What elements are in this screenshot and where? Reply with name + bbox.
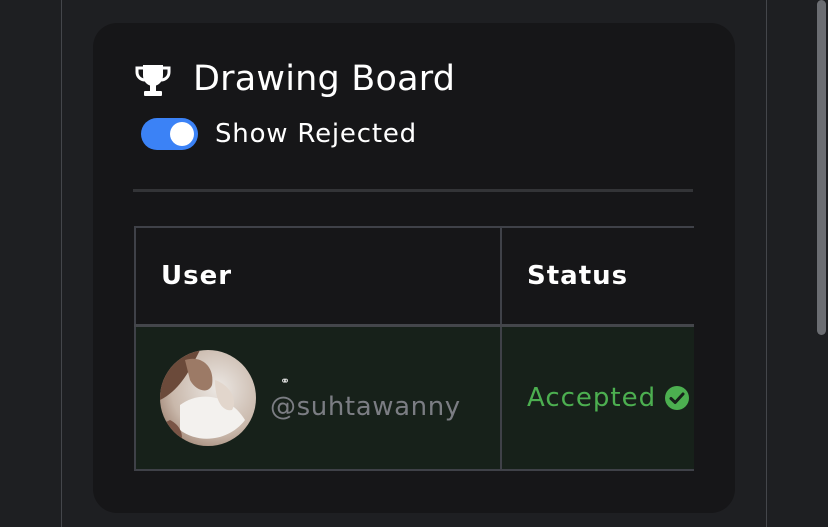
column-header-user: User (134, 226, 502, 327)
show-rejected-label: Show Rejected (215, 119, 417, 149)
column-header-status: Status (500, 226, 694, 327)
status-cell: Accepted (500, 324, 694, 471)
table-header-row: User Status (134, 226, 694, 327)
user-display-name: ⚭ (280, 374, 291, 388)
trophy-icon (133, 59, 173, 99)
show-rejected-toggle[interactable] (141, 118, 198, 150)
submissions-table: User Status ⚭ @suhtawanny Accepted (134, 226, 694, 471)
left-divider (61, 0, 62, 527)
card-header: Drawing Board (133, 55, 455, 103)
user-info: ⚭ @suhtawanny (270, 374, 461, 422)
right-divider (766, 0, 767, 527)
page: Drawing Board Show Rejected User Status (0, 0, 828, 527)
submissions-table-container: User Status ⚭ @suhtawanny Accepted (134, 226, 694, 473)
user-handle[interactable]: @suhtawanny (270, 392, 461, 422)
drawing-board-card: Drawing Board Show Rejected User Status (93, 23, 735, 513)
section-divider (133, 189, 693, 192)
status-text: Accepted (527, 383, 657, 413)
scrollbar[interactable] (817, 0, 826, 335)
check-circle-icon (664, 385, 690, 411)
user-cell: ⚭ @suhtawanny (134, 324, 502, 471)
table-row: ⚭ @suhtawanny Accepted (134, 324, 694, 471)
show-rejected-toggle-row: Show Rejected (141, 114, 417, 154)
toggle-knob (170, 122, 194, 146)
user-avatar[interactable] (160, 350, 256, 446)
card-title: Drawing Board (193, 59, 456, 99)
